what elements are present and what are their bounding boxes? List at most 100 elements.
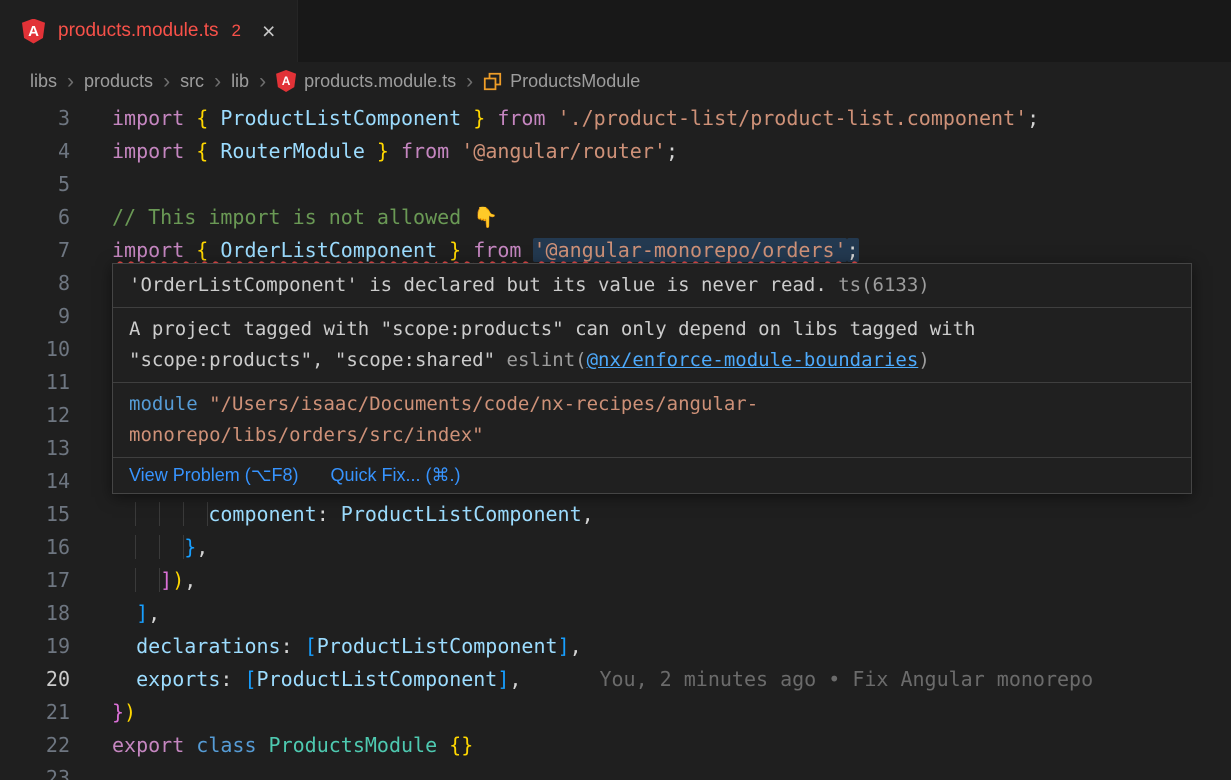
code-token xyxy=(112,634,136,658)
hover-message-row: 'OrderListComponent' is declared but its… xyxy=(129,270,1175,301)
breadcrumb-label: src xyxy=(180,71,204,92)
breadcrumb: libs›products›src›lib›Aproducts.module.t… xyxy=(0,62,1231,100)
hover-section: module "/Users/isaac/Documents/code/nx-r… xyxy=(113,383,1191,458)
line-number: 22 xyxy=(0,729,70,762)
line-number: 6 xyxy=(0,201,70,234)
angular-icon: A xyxy=(22,19,45,44)
code-line: 18 ], xyxy=(0,597,1231,630)
hover-section: A project tagged with "scope:products" c… xyxy=(113,308,1191,383)
line-number: 14 xyxy=(0,465,70,498)
code-token: ] xyxy=(136,601,148,625)
code-line: 3import { ProductListComponent } from '.… xyxy=(0,102,1231,135)
code-token: import xyxy=(112,238,196,262)
code-token: ; xyxy=(666,139,678,163)
line-number: 23 xyxy=(0,762,70,780)
hover-message-text: eslint( xyxy=(507,349,587,371)
code-text[interactable]: export class ProductsModule {} xyxy=(112,729,473,762)
breadcrumb-separator: › xyxy=(163,71,170,92)
breadcrumb-item-productsmodule[interactable]: ProductsModule xyxy=(483,71,640,92)
code-token: ] xyxy=(497,667,509,691)
line-number: 8 xyxy=(0,267,70,300)
hover-message-text: "/Users/isaac/Documents/code/nx-recipes/… xyxy=(209,393,758,415)
line-number: 15 xyxy=(0,498,70,531)
hover-message-row: monorepo/libs/orders/src/index" xyxy=(129,420,1175,451)
code-text[interactable]: ]), xyxy=(112,564,196,597)
hover-message-text: monorepo/libs/orders/src/index" xyxy=(129,424,484,446)
code-token: , xyxy=(570,634,582,658)
hover-section: 'OrderListComponent' is declared but its… xyxy=(113,264,1191,308)
hover-sections: 'OrderListComponent' is declared but its… xyxy=(113,264,1191,458)
code-token: { xyxy=(196,139,220,163)
line-number: 16 xyxy=(0,531,70,564)
code-token: ) xyxy=(124,700,136,724)
line-number: 21 xyxy=(0,696,70,729)
code-text[interactable]: ], xyxy=(112,597,160,630)
close-icon[interactable]: × xyxy=(262,20,275,43)
eslint-rule-link[interactable]: @nx/enforce-module-boundaries xyxy=(587,349,919,371)
code-token: 👇 xyxy=(473,205,498,229)
hover-actions: View Problem (⌥F8) Quick Fix... (⌘.) xyxy=(113,458,1191,493)
code-token: ; xyxy=(847,238,859,262)
class-symbol-icon xyxy=(483,72,502,91)
code-token: RouterModule xyxy=(220,139,365,163)
line-number: 5 xyxy=(0,168,70,201)
code-line: 4 import { RouterModule } from '@angular/… xyxy=(0,135,1231,168)
line-number: 11 xyxy=(0,366,70,399)
code-text[interactable]: // This import is not allowed 👇 xyxy=(112,201,498,234)
breadcrumb-item-products-module-ts[interactable]: Aproducts.module.ts xyxy=(276,70,456,92)
tab-bar: A products.module.ts 2 × xyxy=(0,0,1231,62)
code-token xyxy=(437,733,449,757)
code-line: 20 exports: [ProductListComponent],You, … xyxy=(0,663,1231,696)
hover-message-row: A project tagged with "scope:products" c… xyxy=(129,314,1175,345)
code-token: } xyxy=(461,106,497,130)
code-token: ProductListComponent xyxy=(317,634,558,658)
code-token xyxy=(112,601,136,625)
hover-message-text: 'OrderListComponent' is declared but its… xyxy=(129,274,827,296)
view-problem-f8-action[interactable]: View Problem (⌥F8) xyxy=(129,465,298,486)
line-number: 4 xyxy=(0,135,70,168)
code-token: } xyxy=(112,700,124,724)
line-number: 13 xyxy=(0,432,70,465)
breadcrumb-item-products[interactable]: products xyxy=(84,71,153,92)
code-text[interactable]: import { ProductListComponent } from './… xyxy=(112,102,1039,135)
code-token xyxy=(112,568,160,592)
hover-message-row: module "/Users/isaac/Documents/code/nx-r… xyxy=(129,389,1175,420)
breadcrumb-label: ProductsModule xyxy=(510,71,640,92)
code-token: ] xyxy=(160,568,172,592)
code-text[interactable]: }) xyxy=(112,696,136,729)
code-text[interactable]: }, xyxy=(112,531,208,564)
breadcrumb-item-src[interactable]: src xyxy=(180,71,204,92)
line-number: 12 xyxy=(0,399,70,432)
code-token: ProductListComponent xyxy=(257,667,498,691)
code-token: './product-list/product-list.component' xyxy=(558,106,1028,130)
hover-message-text: "scope:products", "scope:shared" xyxy=(129,349,507,371)
line-number: 10 xyxy=(0,333,70,366)
code-line: 23 xyxy=(0,762,1231,780)
code-token: , xyxy=(148,601,160,625)
code-token: OrderListComponent xyxy=(220,238,437,262)
line-number: 18 xyxy=(0,597,70,630)
editor: 3import { ProductListComponent } from '.… xyxy=(0,100,1231,780)
code-text[interactable]: declarations: [ProductListComponent], xyxy=(112,630,582,663)
code-text[interactable]: import { RouterModule } from '@angular/r… xyxy=(112,135,678,168)
tab-products-module-ts[interactable]: A products.module.ts 2 × xyxy=(0,0,298,62)
code-token: from xyxy=(497,106,557,130)
breadcrumb-item-libs[interactable]: libs xyxy=(30,71,57,92)
code-line: 21}) xyxy=(0,696,1231,729)
breadcrumb-item-lib[interactable]: lib xyxy=(231,71,249,92)
quick-fix-action[interactable]: Quick Fix... (⌘.) xyxy=(330,465,460,486)
code-token: '@angular-monorepo/orders' xyxy=(533,238,846,262)
code-token: : xyxy=(281,634,305,658)
breadcrumb-separator: › xyxy=(259,71,266,92)
hover-message-row: "scope:products", "scope:shared" eslint(… xyxy=(129,345,1175,376)
breadcrumb-label: products xyxy=(84,71,153,92)
code-token: , xyxy=(582,502,594,526)
code-line: 19 declarations: [ProductListComponent], xyxy=(0,630,1231,663)
code-line: 6 // This import is not allowed 👇 xyxy=(0,201,1231,234)
git-blame-annotation: You, 2 minutes ago • Fix Angular monorep… xyxy=(599,667,1093,691)
code-token: } xyxy=(365,139,401,163)
code-text[interactable]: component: ProductListComponent, xyxy=(112,498,594,531)
hover-message-text: A project tagged with "scope:products" c… xyxy=(129,318,975,340)
code-text[interactable]: exports: [ProductListComponent],You, 2 m… xyxy=(112,663,1093,696)
code-token: } xyxy=(437,238,473,262)
